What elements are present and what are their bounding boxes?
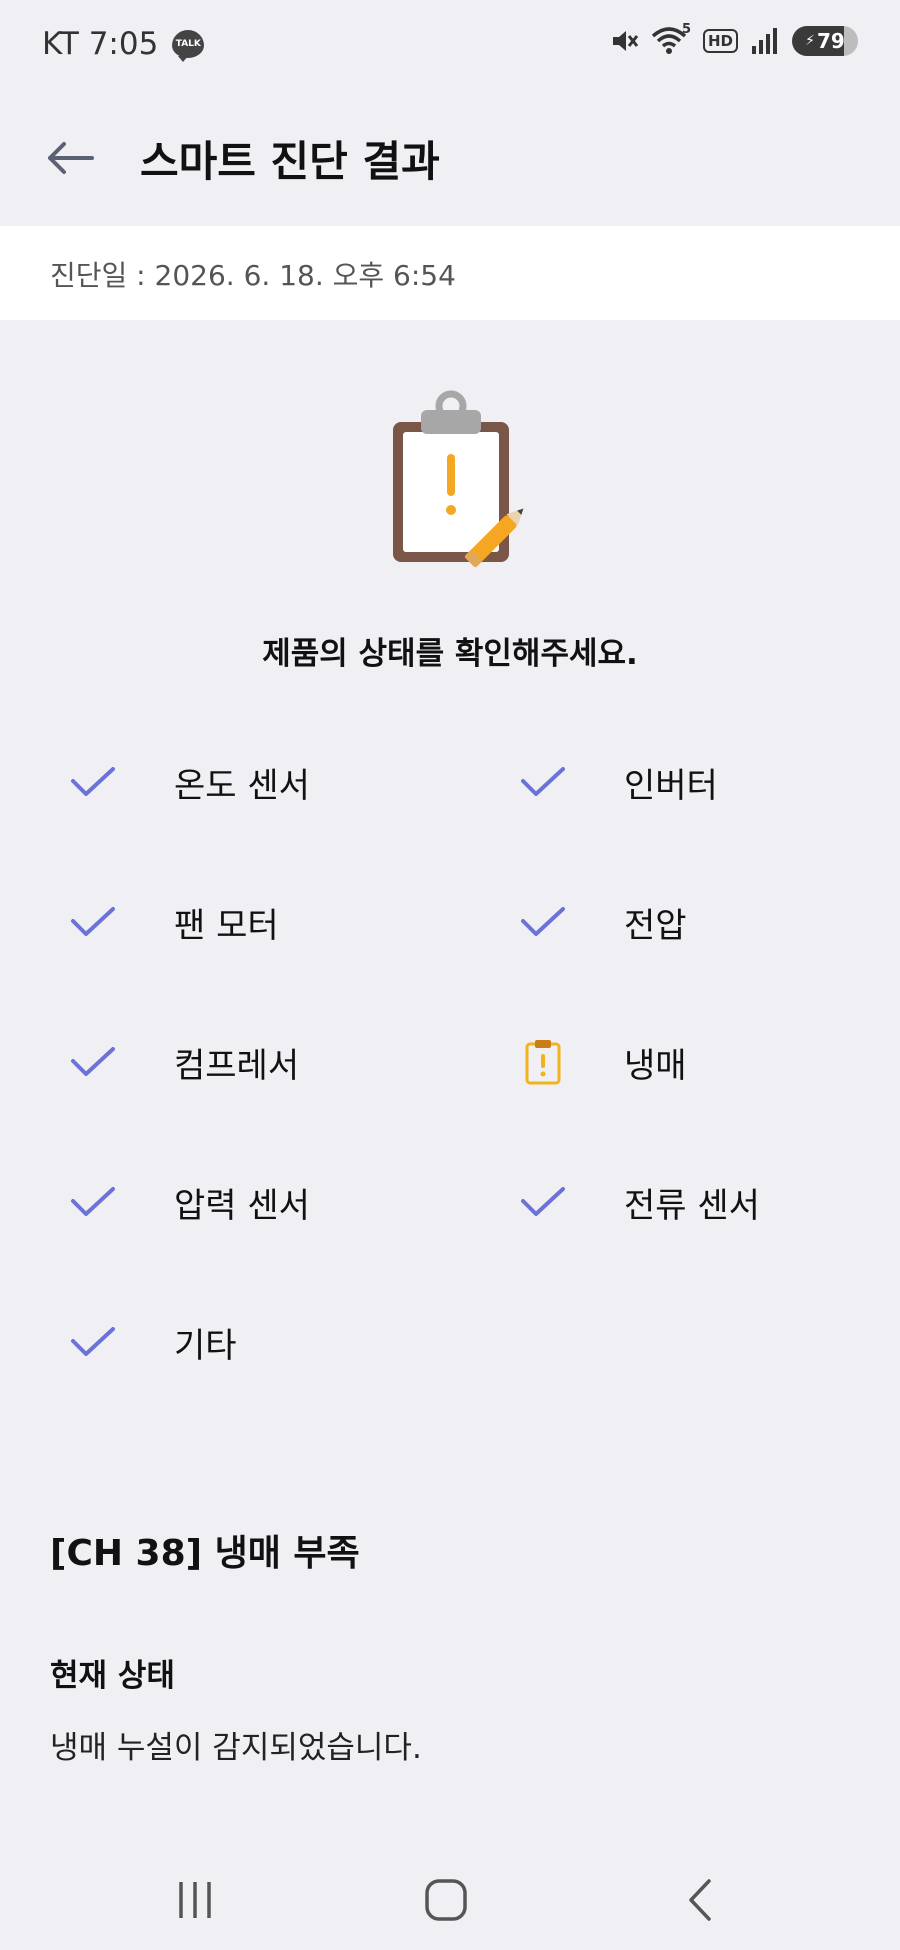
recent-apps-icon	[179, 1882, 211, 1918]
check-icon	[66, 895, 120, 949]
back-icon	[689, 1879, 711, 1921]
signal-icon	[750, 26, 780, 56]
check-icon	[66, 755, 120, 809]
home-button[interactable]	[406, 1870, 486, 1930]
current-status-description: 냉매 누설이 감지되었습니다.	[50, 1730, 422, 1766]
check-icon	[516, 755, 570, 809]
check-item-label: 전압	[624, 905, 687, 946]
diagnosis-date: 진단일 : 2026. 6. 18. 오후 6:54	[50, 259, 456, 292]
diagnosis-date-bar: 진단일 : 2026. 6. 18. 오후 6:54	[0, 226, 900, 320]
check-item-label: 온도 센서	[174, 765, 310, 806]
back-button[interactable]	[40, 130, 100, 186]
clipboard-warning-small-icon	[516, 1035, 570, 1089]
hd-label: HD	[707, 32, 733, 50]
error-code-title: [CH 38] 냉매 부족	[50, 1533, 360, 1574]
talk-icon: TALK	[172, 30, 205, 62]
status-left: KT 7:05 TALK	[42, 26, 205, 62]
carrier-time: KT 7:05	[42, 26, 159, 62]
system-nav-bar	[0, 1850, 900, 1950]
check-icon	[516, 895, 570, 949]
check-item-label: 인버터	[624, 765, 718, 806]
check-icon	[516, 1175, 570, 1229]
current-status-heading: 현재 상태	[50, 1658, 175, 1694]
battery-level: 79	[817, 29, 845, 53]
check-item: 전압	[516, 882, 687, 962]
check-prompt: 제품의 상태를 확인해주세요.	[262, 636, 638, 672]
check-icon	[66, 1315, 120, 1369]
check-item-label: 팬 모터	[174, 905, 279, 946]
check-item-label: 압력 센서	[174, 1185, 310, 1226]
check-item-label: 컴프레서	[174, 1045, 300, 1086]
check-icon	[66, 1175, 120, 1229]
check-item: 전류 센서	[516, 1162, 760, 1242]
app-header: 스마트 진단 결과	[0, 90, 900, 226]
check-item-label: 냉매	[624, 1045, 687, 1086]
status-right: 5 HD ⚡ 79	[609, 22, 858, 56]
hd-voice-icon: HD	[702, 29, 738, 53]
check-item: 온도 센서	[66, 742, 310, 822]
mute-icon	[609, 26, 639, 56]
check-item-label: 기타	[174, 1325, 237, 1366]
page-title: 스마트 진단 결과	[140, 137, 440, 186]
recent-apps-button[interactable]	[155, 1870, 235, 1930]
check-item: 컴프레서	[66, 1022, 299, 1102]
battery-icon: ⚡ 79	[792, 26, 858, 56]
clipboard-warning-icon	[388, 388, 538, 572]
check-item: 기타	[66, 1302, 237, 1382]
wifi-band-label: 5	[681, 22, 691, 37]
check-icon	[66, 1035, 120, 1089]
check-item: 팬 모터	[66, 882, 279, 962]
nav-back-button[interactable]	[660, 1870, 740, 1930]
home-icon	[425, 1879, 467, 1921]
wifi-icon: 5	[651, 22, 691, 56]
check-item: 압력 센서	[66, 1162, 310, 1242]
check-item: 인버터	[516, 742, 718, 822]
check-item: 냉매	[516, 1022, 687, 1102]
status-bar: KT 7:05 TALK 5 HD ⚡ 79	[0, 0, 900, 90]
back-arrow-icon	[48, 142, 94, 174]
check-item-label: 전류 센서	[624, 1185, 760, 1226]
